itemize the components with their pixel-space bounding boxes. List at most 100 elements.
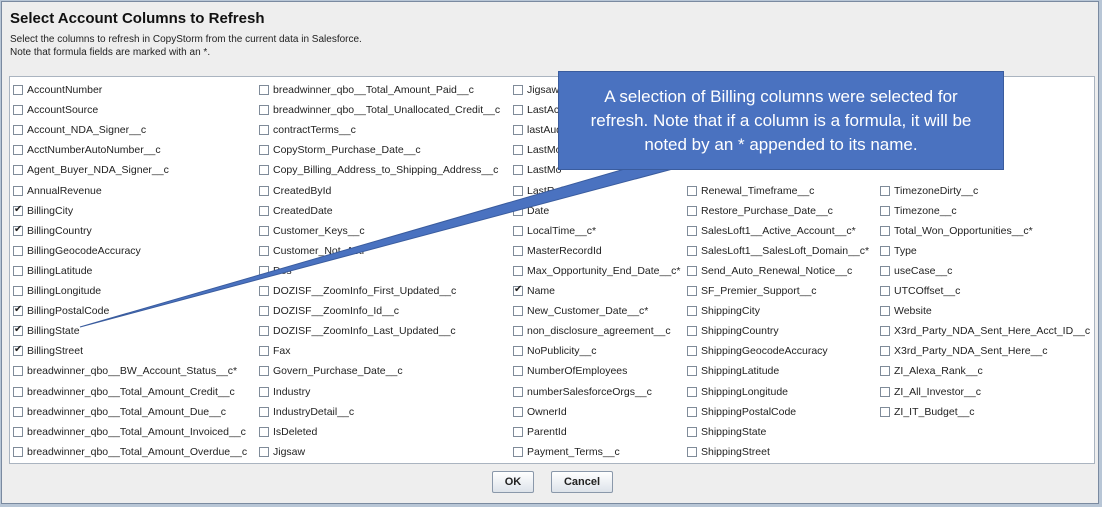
column-checkbox-item[interactable]: breadwinner_qbo__Total_Unallocated_Credi… [259, 102, 500, 118]
column-checkbox-item[interactable]: MasterRecordId [513, 243, 602, 259]
column-checkbox-item[interactable]: Restore_Purchase_Date__c [687, 203, 833, 219]
checkbox-checked[interactable] [13, 304, 23, 317]
column-checkbox-item[interactable]: ShippingPostalCode [687, 404, 796, 420]
checkbox-unchecked[interactable] [880, 265, 890, 276]
column-checkbox-item[interactable]: contractTerms__c [259, 122, 356, 138]
column-checkbox-item[interactable]: numberSalesforceOrgs__c [513, 384, 652, 400]
column-checkbox-item[interactable]: Timezone__c [880, 203, 957, 219]
column-checkbox-item[interactable]: OwnerId [513, 404, 567, 420]
column-checkbox-item[interactable]: IsDeleted [259, 424, 317, 440]
column-checkbox-item[interactable]: Des [259, 263, 292, 279]
checkbox-unchecked[interactable] [513, 205, 523, 216]
checkbox-checked[interactable] [13, 224, 23, 236]
column-checkbox-item[interactable]: SalesLoft1__Active_Account__c* [687, 223, 856, 239]
checkbox-checked[interactable] [513, 284, 523, 296]
column-checkbox-item[interactable]: IndustryDetail__c [259, 404, 354, 420]
column-checkbox-item[interactable]: breadwinner_qbo__BW_Account_Status__c* [13, 363, 237, 379]
column-checkbox-item[interactable]: ShippingLatitude [687, 363, 779, 379]
column-checkbox-item[interactable]: DOZISF__ZoomInfo_Id__c [259, 303, 399, 319]
column-checkbox-item[interactable]: Jigsaw [513, 82, 559, 98]
checkbox-unchecked[interactable] [687, 205, 697, 216]
column-checkbox-item[interactable]: DOZISF__ZoomInfo_First_Updated__c [259, 283, 456, 299]
checkbox-unchecked[interactable] [687, 406, 697, 417]
checkbox-unchecked[interactable] [13, 85, 23, 95]
cancel-button[interactable]: Cancel [551, 471, 613, 493]
column-checkbox-item[interactable]: Send_Auto_Renewal_Notice__c [687, 263, 852, 279]
checkbox-unchecked[interactable] [880, 346, 890, 357]
checkbox-unchecked[interactable] [513, 105, 523, 116]
column-checkbox-item[interactable]: X3rd_Party_NDA_Sent_Here__c [880, 343, 1048, 359]
column-checkbox-item[interactable]: breadwinner_qbo__Total_Amount_Paid__c [259, 82, 474, 98]
column-checkbox-item[interactable]: BillingLatitude [13, 263, 92, 279]
checkbox-unchecked[interactable] [687, 446, 697, 457]
checkbox-unchecked[interactable] [513, 306, 523, 317]
column-checkbox-item[interactable]: Jigsaw [259, 444, 305, 460]
column-checkbox-item[interactable]: TimezoneDirty__c [880, 183, 978, 199]
checkbox-unchecked[interactable] [513, 346, 523, 357]
checkbox-unchecked[interactable] [259, 125, 269, 136]
checkbox-unchecked[interactable] [13, 145, 23, 156]
checkbox-unchecked[interactable] [687, 386, 697, 397]
checkbox-unchecked[interactable] [259, 185, 269, 196]
column-checkbox-item[interactable]: DOZISF__ZoomInfo_Last_Updated__c [259, 323, 456, 339]
checkbox-unchecked[interactable] [513, 446, 523, 457]
column-checkbox-item[interactable]: Customer_Not_Acti [259, 243, 364, 259]
column-checkbox-item[interactable]: Payment_Terms__c [513, 444, 620, 460]
checkbox-unchecked[interactable] [13, 245, 23, 256]
column-checkbox-item[interactable]: ShippingStreet [687, 444, 770, 460]
checkbox-unchecked[interactable] [880, 205, 890, 216]
column-checkbox-item[interactable]: Type [880, 243, 917, 259]
column-checkbox-item[interactable]: CopyStorm_Purchase_Date__c [259, 142, 421, 158]
checkbox-unchecked[interactable] [13, 165, 23, 176]
checkbox-unchecked[interactable] [259, 386, 269, 397]
column-checkbox-item[interactable]: Name [513, 283, 555, 299]
checkbox-checked[interactable] [13, 344, 23, 357]
checkbox-unchecked[interactable] [13, 386, 23, 397]
column-checkbox-item[interactable]: Renewal_Timeframe__c [687, 183, 814, 199]
checkbox-unchecked[interactable] [880, 225, 890, 236]
checkbox-unchecked[interactable] [513, 406, 523, 417]
checkbox-unchecked[interactable] [880, 326, 890, 337]
checkbox-unchecked[interactable] [13, 125, 23, 136]
checkbox-unchecked[interactable] [687, 426, 697, 437]
checkbox-unchecked[interactable] [259, 85, 269, 95]
column-checkbox-item[interactable]: AccountSource [13, 102, 98, 118]
checkbox-unchecked[interactable] [259, 366, 269, 377]
checkbox-unchecked[interactable] [513, 125, 523, 136]
checkbox-unchecked[interactable] [513, 326, 523, 337]
checkbox-unchecked[interactable] [513, 245, 523, 256]
column-checkbox-item[interactable]: LastRefere [513, 183, 578, 199]
checkbox-unchecked[interactable] [513, 165, 523, 176]
column-checkbox-item[interactable]: Fax [259, 343, 291, 359]
checkbox-unchecked[interactable] [259, 205, 269, 216]
column-checkbox-item[interactable]: BillingCity [13, 203, 73, 219]
checkbox-unchecked[interactable] [259, 225, 269, 236]
column-checkbox-item[interactable]: breadwinner_qbo__Total_Amount_Overdue__c [13, 444, 247, 460]
checkbox-unchecked[interactable] [880, 286, 890, 296]
checkbox-unchecked[interactable] [513, 145, 523, 156]
checkbox-unchecked[interactable] [13, 105, 23, 116]
column-checkbox-item[interactable]: ZI_Alexa_Rank__c [880, 363, 983, 379]
column-checkbox-item[interactable]: ShippingCountry [687, 323, 779, 339]
checkbox-unchecked[interactable] [259, 265, 269, 276]
column-checkbox-item[interactable]: Max_Opportunity_End_Date__c* [513, 263, 681, 279]
checkbox-unchecked[interactable] [13, 265, 23, 276]
column-checkbox-item[interactable]: non_disclosure_agreement__c [513, 323, 671, 339]
checkbox-unchecked[interactable] [259, 145, 269, 156]
column-checkbox-item[interactable]: Copy_Billing_Address_to_Shipping_Address… [259, 162, 498, 178]
column-checkbox-item[interactable]: lastAud [513, 122, 562, 138]
column-checkbox-item[interactable]: BillingState [13, 323, 80, 339]
checkbox-unchecked[interactable] [13, 185, 23, 196]
checkbox-unchecked[interactable] [259, 326, 269, 337]
column-checkbox-item[interactable]: LastMo [513, 142, 561, 158]
checkbox-unchecked[interactable] [687, 326, 697, 337]
column-checkbox-item[interactable]: Total_Won_Opportunities__c* [880, 223, 1033, 239]
checkbox-unchecked[interactable] [880, 306, 890, 317]
column-checkbox-item[interactable]: BillingGeocodeAccuracy [13, 243, 141, 259]
checkbox-checked[interactable] [13, 324, 23, 337]
column-checkbox-item[interactable]: NoPublicity__c [513, 343, 596, 359]
column-checkbox-item[interactable]: BillingLongitude [13, 283, 101, 299]
column-checkbox-item[interactable]: LocalTime__c* [513, 223, 596, 239]
column-checkbox-item[interactable]: breadwinner_qbo__Total_Amount_Invoiced__… [13, 424, 246, 440]
checkbox-unchecked[interactable] [687, 306, 697, 317]
